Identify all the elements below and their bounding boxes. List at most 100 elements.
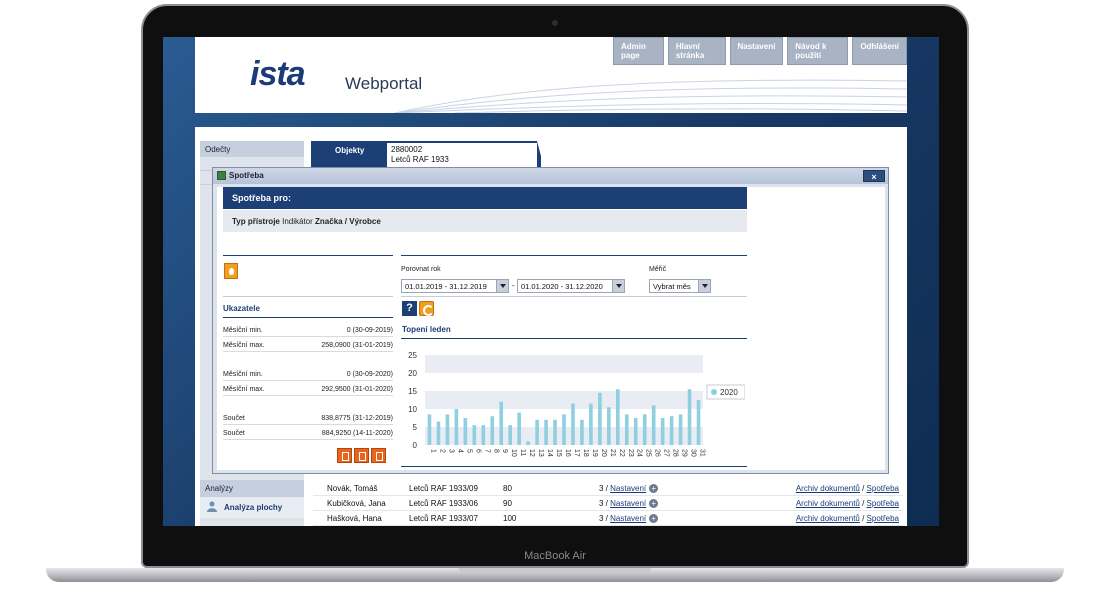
chart-bar[interactable] — [669, 416, 674, 445]
chart-bar[interactable] — [580, 419, 584, 445]
chevron-down-icon — [496, 280, 508, 292]
range-select-1[interactable]: 01.01.2019 - 31.12.2019 — [401, 279, 509, 293]
chart-bar[interactable] — [562, 414, 566, 445]
x-tick-label: 16 — [564, 449, 571, 457]
meter-select-value: Vybrat měs — [653, 282, 691, 291]
cell-number: 100 — [503, 513, 517, 523]
thermometer-icon[interactable] — [337, 448, 352, 463]
plus-icon[interactable]: + — [649, 483, 659, 493]
settings-link[interactable]: Nastavení — [610, 499, 646, 508]
stat-label: Měsíční min. — [223, 327, 263, 334]
nav-home[interactable]: Hlavní stránka — [667, 37, 726, 65]
documents-archive-link[interactable]: Archiv dokumentů — [796, 484, 860, 493]
chart-bar[interactable] — [589, 403, 593, 445]
chart-bar[interactable] — [436, 421, 441, 445]
x-tick-label: 22 — [618, 449, 625, 457]
stat-row: Měsíční min. 0 (30-09-2020) — [223, 371, 393, 381]
chart-bar[interactable] — [481, 425, 486, 445]
ista-logo[interactable]: ista — [250, 55, 306, 94]
x-tick-label: 4 — [456, 449, 463, 453]
consumption-link[interactable]: Spotřeba — [867, 484, 899, 493]
chart-bar[interactable] — [508, 425, 512, 445]
range-select-2[interactable]: 01.01.2020 - 31.12.2020 — [517, 279, 625, 293]
x-tick-label: 8 — [492, 449, 499, 453]
x-tick-label: 14 — [546, 449, 553, 457]
chart-bar[interactable] — [571, 403, 575, 445]
x-tick-label: 23 — [627, 449, 634, 457]
chart-bar[interactable] — [616, 389, 620, 445]
stat-row: Součet 884,9250 (14-11-2020) — [223, 430, 393, 440]
dialog-titlebar[interactable]: Spotřeba × — [213, 168, 888, 184]
divider — [223, 296, 393, 297]
upload-icon[interactable] — [371, 448, 386, 463]
cell-object: Letců RAF 1933/06 — [409, 498, 478, 508]
chevron-down-icon — [698, 280, 710, 292]
x-tick-label: 12 — [528, 449, 535, 457]
chart-bar[interactable] — [544, 419, 548, 445]
chart-bar[interactable] — [607, 407, 611, 445]
chart-bar[interactable] — [490, 416, 495, 445]
chart-bar[interactable] — [687, 389, 692, 445]
plus-icon[interactable]: + — [649, 513, 659, 523]
compare-year-label: Porovnat rok — [401, 266, 441, 273]
consumption-link[interactable]: Spotřeba — [867, 499, 899, 508]
x-tick-label: 30 — [690, 449, 697, 457]
documents-archive-link[interactable]: Archiv dokumentů — [796, 499, 860, 508]
consumption-dialog: Spotřeba × Spotřeba pro: Typ přístroje I… — [212, 167, 889, 474]
consumption-heading: Spotřeba pro: — [223, 187, 747, 209]
stat-label: Součet — [223, 415, 245, 422]
chart-bar[interactable] — [526, 441, 530, 445]
x-tick-label: 2 — [438, 449, 445, 453]
documents-archive-link[interactable]: Archiv dokumentů — [796, 514, 860, 523]
settings-link[interactable]: Nastavení — [610, 514, 646, 523]
chart-bar[interactable] — [624, 414, 629, 445]
refresh-button[interactable] — [419, 301, 434, 316]
nav-admin-page[interactable]: Admin page — [613, 37, 664, 65]
y-tick-label: 0 — [413, 441, 418, 450]
chart-bar[interactable] — [445, 414, 450, 445]
chart-bar[interactable] — [678, 414, 683, 445]
link-separator: / — [859, 513, 867, 523]
legend-swatch — [711, 389, 717, 395]
x-tick-label: 15 — [555, 449, 562, 457]
chart-bar[interactable] — [651, 405, 656, 445]
stat-row: Měsíční max. 258,0900 (31-01-2019) — [223, 342, 393, 352]
chart-bar[interactable] — [535, 419, 539, 445]
plus-icon[interactable]: + — [649, 498, 659, 508]
stat-row: Měsíční min. 0 (30-09-2019) — [223, 327, 393, 337]
nav-user-guide[interactable]: Návod k použití — [787, 37, 849, 65]
x-tick-label: 9 — [501, 449, 508, 453]
meter-select[interactable]: Vybrat měs — [649, 279, 711, 293]
consumption-link[interactable]: Spotřeba — [867, 514, 899, 523]
chart-bar[interactable] — [598, 392, 602, 445]
objekty-label: Objekty — [335, 146, 365, 155]
sidebar-item-analyza-plochy[interactable]: Analýza plochy — [200, 497, 304, 518]
camera-icon — [552, 20, 558, 26]
stat-label: Měsíční max. — [223, 342, 265, 349]
range-select-value: 01.01.2019 - 31.12.2019 — [405, 282, 487, 291]
chart-bar[interactable] — [633, 418, 638, 445]
chart-bar[interactable] — [472, 425, 477, 445]
x-tick-label: 5 — [465, 449, 472, 453]
chart-bar[interactable] — [660, 418, 665, 445]
nav-settings[interactable]: Nastavení — [729, 37, 784, 65]
chart-bar[interactable] — [499, 401, 504, 445]
x-tick-label: 21 — [609, 449, 616, 457]
help-button[interactable]: ? — [402, 301, 417, 316]
chart-bar[interactable] — [454, 409, 459, 445]
close-button[interactable]: × — [863, 170, 885, 182]
chart-bar[interactable] — [642, 414, 647, 445]
chart-bar[interactable] — [427, 414, 432, 445]
settings-link[interactable]: Nastavení — [610, 484, 646, 493]
chart-bar[interactable] — [696, 400, 701, 445]
y-tick-label: 25 — [408, 351, 417, 360]
x-tick-label: 6 — [474, 449, 481, 453]
chart-bar[interactable] — [517, 412, 521, 445]
chart-bar[interactable] — [463, 418, 468, 445]
search-icon[interactable] — [354, 448, 369, 463]
divider — [401, 338, 747, 339]
chart-bar[interactable] — [553, 419, 557, 445]
x-tick-label: 7 — [483, 449, 490, 453]
stat-label: Součet — [223, 430, 245, 437]
nav-logout[interactable]: Odhlášení — [852, 37, 907, 65]
